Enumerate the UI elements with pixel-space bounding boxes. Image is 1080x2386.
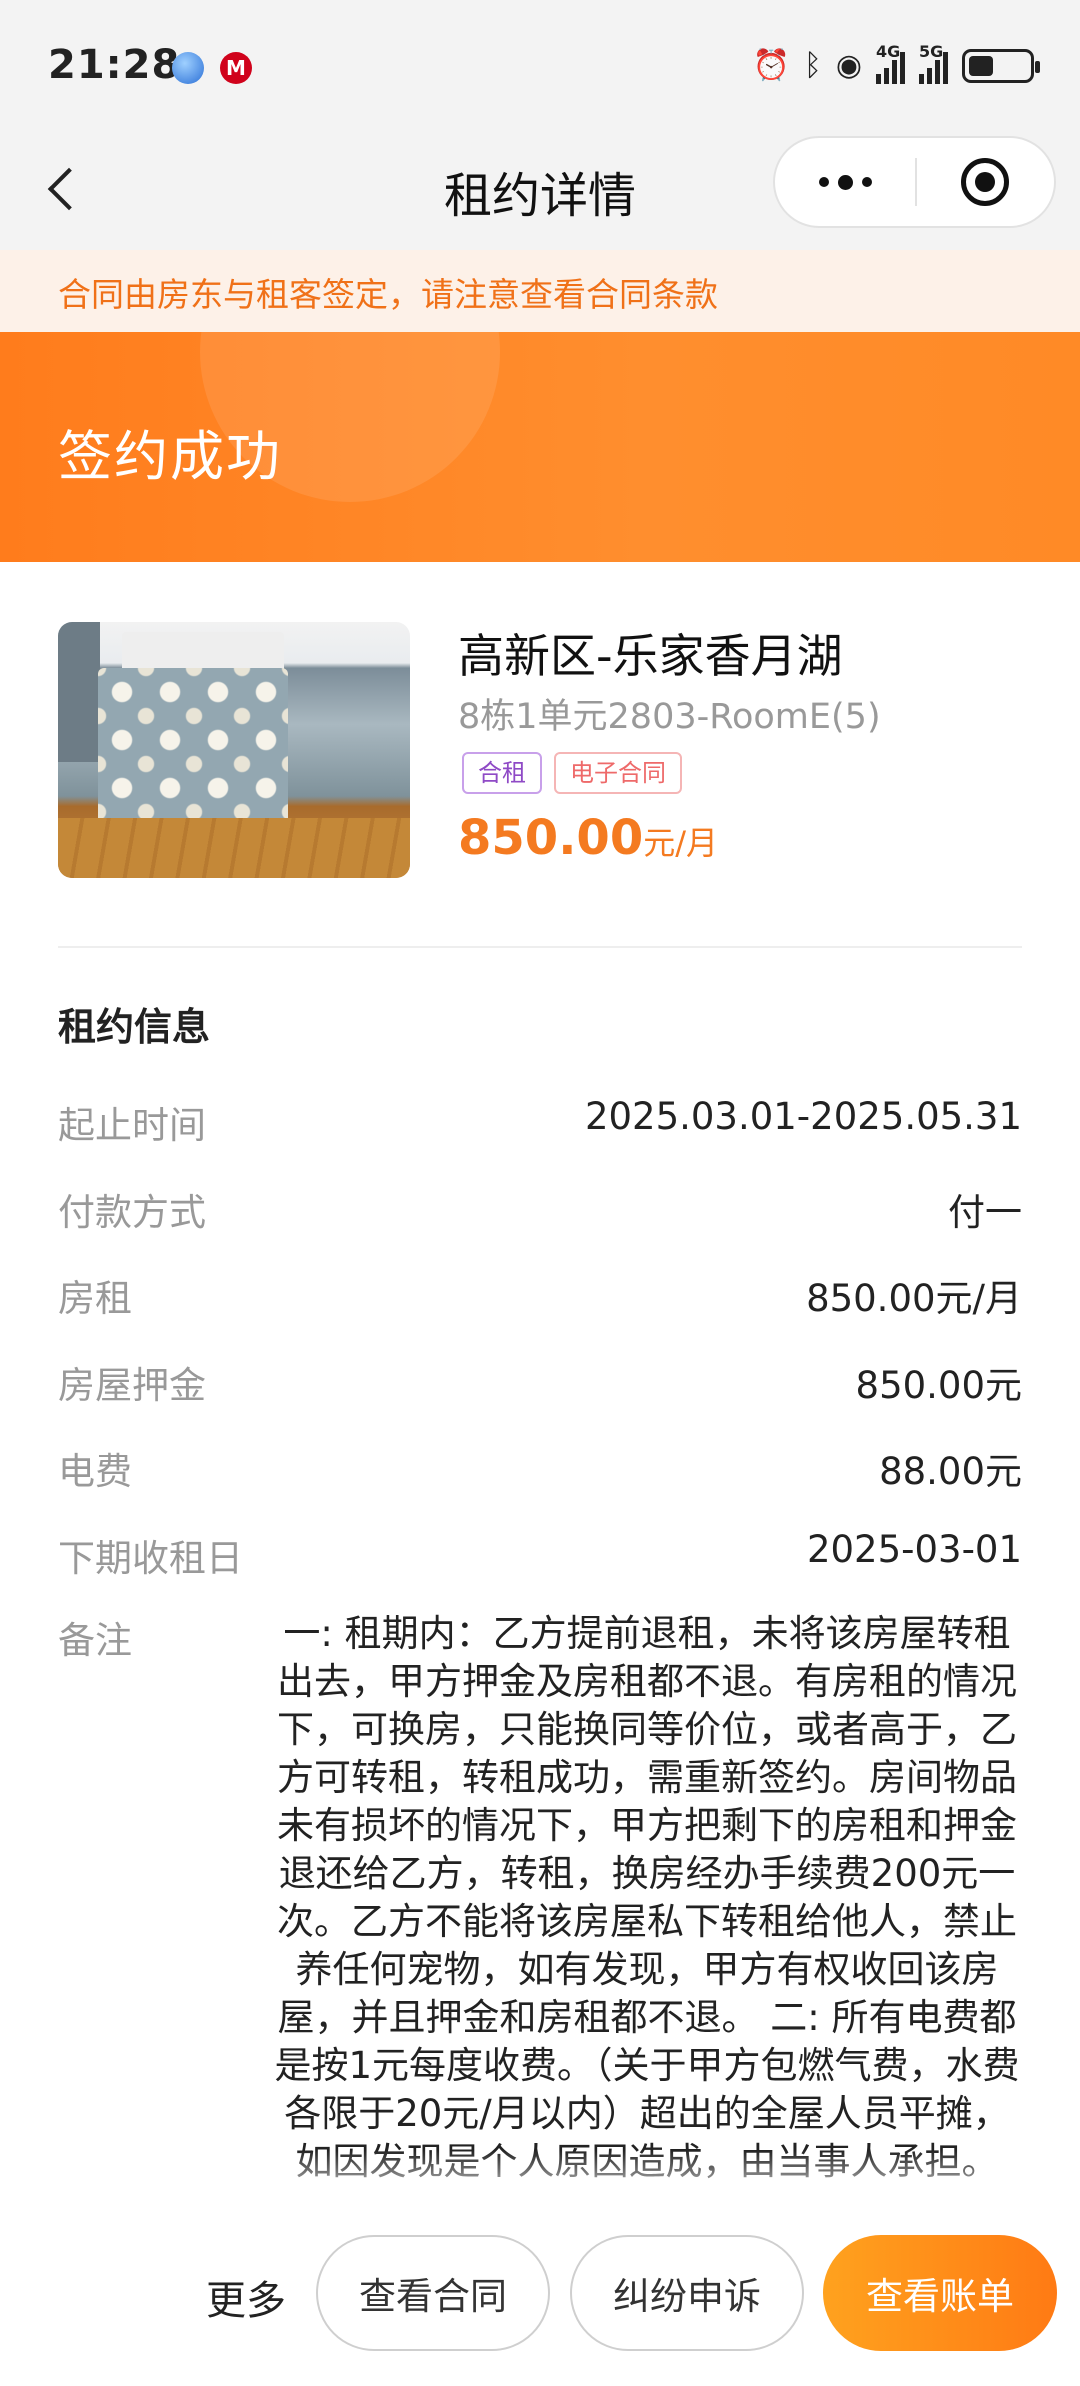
house-tags: 合租 电子合同: [462, 752, 682, 794]
status-banner: 签约成功: [0, 332, 1080, 562]
price-unit: 元/月: [643, 824, 719, 862]
row-label: 付款方式: [58, 1191, 206, 1234]
row-value: 付一: [948, 1191, 1022, 1234]
signal-4g-icon: 4G: [876, 42, 905, 84]
house-name: 高新区-乐家香月湖: [458, 629, 843, 683]
house-photo[interactable]: [58, 622, 410, 878]
status-time: 21:28: [48, 42, 181, 88]
row-label: 房屋押金: [58, 1364, 206, 1407]
capsule-divider: [915, 158, 917, 206]
alarm-icon: ⏰: [752, 48, 790, 83]
info-row-rent: 房租 850.00元/月: [58, 1268, 1022, 1328]
row-value: 88.00元: [879, 1450, 1022, 1493]
bluetooth-icon: ᛒ: [803, 48, 822, 83]
row-label: 电费: [58, 1450, 132, 1493]
tag-e-contract: 电子合同: [554, 752, 682, 794]
status-bar: 21:28 M ⏰ ᛒ ◉ 4G 5G: [0, 0, 1080, 130]
tag-shared-rent: 合租: [462, 752, 542, 794]
more-dots-icon[interactable]: [775, 138, 915, 226]
price-value: 850.00: [458, 810, 644, 866]
row-value: 2025.03.01-2025.05.31: [584, 1095, 1022, 1138]
house-room: 8栋1单元2803-RoomE(5): [458, 697, 881, 737]
section-title: 租约信息: [58, 1005, 211, 1049]
nav-bar: 租约详情: [0, 130, 1080, 250]
close-target-icon[interactable]: [961, 158, 1009, 206]
bank-app-icon: M: [220, 52, 252, 84]
info-row-payment: 付款方式 付一: [58, 1182, 1022, 1242]
remarks-label: 备注: [58, 1619, 132, 1662]
status-icons: ⏰ ᛒ ◉ 4G 5G: [752, 42, 1040, 86]
dispute-button[interactable]: 纠纷申诉: [570, 2235, 804, 2351]
notice-text: 合同由房东与租客签定，请注意查看合同条款: [58, 275, 718, 314]
house-card[interactable]: 高新区-乐家香月湖 8栋1单元2803-RoomE(5) 合租 电子合同 850…: [0, 562, 1080, 947]
row-value: 2025-03-01: [806, 1528, 1022, 1571]
browser-app-icon: [172, 52, 204, 84]
row-value: 850.00元/月: [806, 1277, 1022, 1320]
row-label: 起止时间: [58, 1104, 206, 1147]
row-label: 房租: [58, 1277, 132, 1320]
battery-icon: [962, 49, 1040, 83]
section-divider: [58, 946, 1022, 948]
info-row-deposit: 房屋押金 850.00元: [58, 1355, 1022, 1415]
info-row-period: 起止时间 2025.03.01-2025.05.31: [58, 1095, 1022, 1155]
info-row-electricity: 电费 88.00元: [58, 1441, 1022, 1501]
hotspot-icon: ◉: [835, 48, 862, 83]
view-bill-button[interactable]: 查看账单: [823, 2235, 1057, 2351]
house-price: 850.00元/月: [458, 810, 718, 866]
signal-5g-icon: 5G: [919, 42, 948, 84]
remarks-text: 一: 租期内：乙方提前退租，未将该房屋转租出去，甲方押金及房租都不退。有房租的情…: [274, 1612, 1020, 2183]
row-label: 下期收租日: [58, 1537, 243, 1580]
view-contract-button[interactable]: 查看合同: [316, 2235, 550, 2351]
mini-program-capsule: [773, 136, 1056, 228]
bottom-action-bar: 更多 查看合同 纠纷申诉 查看账单: [0, 2200, 1080, 2386]
more-button[interactable]: 更多: [206, 2268, 286, 2326]
sign-status: 签约成功: [58, 425, 282, 488]
info-row-next-rent-date: 下期收租日 2025-03-01: [58, 1528, 1022, 1588]
contract-notice: 合同由房东与租客签定，请注意查看合同条款: [0, 250, 1080, 332]
row-value: 850.00元: [855, 1364, 1022, 1407]
